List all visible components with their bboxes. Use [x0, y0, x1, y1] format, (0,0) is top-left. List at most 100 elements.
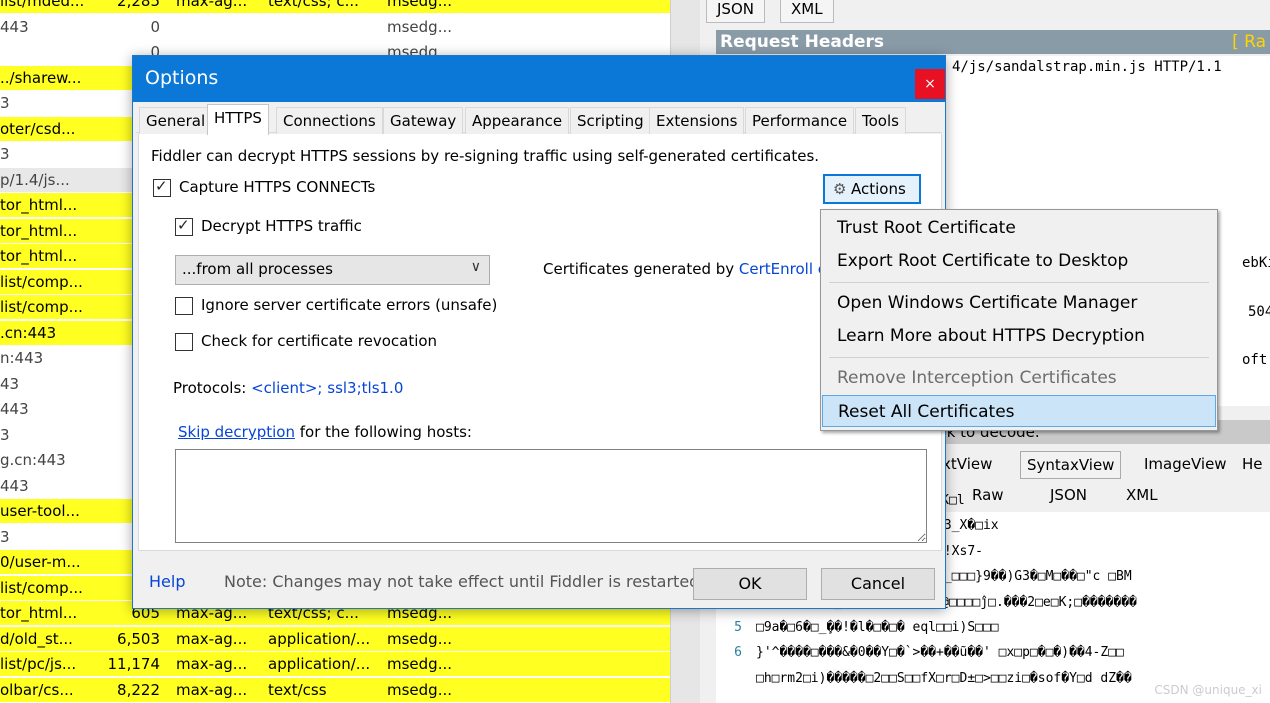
skip-decryption-link[interactable]: Skip decryption — [178, 423, 295, 441]
session-cell-url: list/mded... — [0, 0, 85, 10]
tab-performance[interactable]: Performance — [745, 107, 855, 134]
session-cell-url: tor_html... — [0, 247, 78, 265]
tab-extensions[interactable]: Extensions — [649, 107, 745, 134]
tab-tools[interactable]: Tools — [855, 107, 906, 134]
decrypt-https-checkbox[interactable] — [175, 216, 193, 236]
skip-decryption-row: Skip decryption for the following hosts: — [178, 423, 472, 441]
header-fragment: oft Edge — [1242, 352, 1270, 368]
protocols-row: Protocols: <client>; ssl3;tls1.0 — [173, 379, 403, 397]
ignore-cert-errors-checkbox[interactable] — [175, 297, 193, 315]
session-cell-body: 2,285 — [117, 0, 160, 10]
menu-item-export-root[interactable]: Export Root Certificate to Desktop — [822, 245, 1216, 277]
session-row[interactable]: d/old_st... 6,503 max-ag... application/...… — [0, 626, 670, 651]
capture-https-checkbox[interactable] — [153, 177, 171, 197]
tab-imageview[interactable]: ImageView — [1136, 451, 1235, 477]
session-row[interactable]: 443 0 msedg... — [0, 15, 670, 39]
cancel-button[interactable]: Cancel — [821, 568, 935, 600]
tab-general[interactable]: General — [139, 107, 213, 134]
session-row[interactable]: olbar/cs... 8,222 max-ag... text/css msedg..… — [0, 677, 670, 702]
tab-appearance[interactable]: Appearance — [465, 107, 570, 134]
session-cell-url: 43 — [0, 374, 20, 393]
certenroll-link[interactable]: CertEnroll e — [739, 260, 827, 278]
raw-link[interactable]: [ Ra — [1232, 30, 1266, 54]
header-fragment: 5047?u — [1248, 304, 1270, 320]
menu-item-reset-all[interactable]: Reset All Certificates — [822, 395, 1216, 427]
code-line: 6 }'^����□���&�0��Y□�`>��+��ũ��' □x□p□�□�… — [716, 640, 1270, 666]
session-cell-url: d/old_st... — [0, 629, 73, 648]
session-cell-url: 0/user-m... — [0, 553, 81, 571]
tab-scripting[interactable]: Scripting — [570, 107, 651, 134]
https-intro-text: Fiddler can decrypt HTTPS sessions by re… — [151, 147, 820, 165]
session-cell-url: user-tool... — [0, 502, 80, 520]
session-cell-url: g.cn:443 — [0, 451, 66, 469]
cert-revocation-checkbox[interactable] — [175, 333, 193, 351]
skip-decryption-suffix: for the following hosts: — [294, 423, 472, 441]
session-cell-url: tor_html... — [0, 196, 78, 214]
session-cell-url: tor_html... — [0, 221, 78, 240]
session-cell-proc: msedg... — [387, 0, 453, 10]
code-text: □9a�□6�□_̧��!�l�□�□� eql□□i)S□□□ — [756, 620, 999, 635]
cert-generator-prefix: Certificates generated by — [543, 260, 739, 278]
request-line: 4/js/sandalstrap.min.js HTTP/1.1 — [952, 59, 1222, 75]
session-cell-url: .cn:443 — [0, 323, 57, 342]
session-cell-body: 8,222 — [117, 680, 160, 699]
tab-headers[interactable]: He — [1234, 451, 1270, 477]
session-cell-url: olbar/cs... — [0, 680, 74, 699]
decrypt-https-label[interactable]: Decrypt HTTPS traffic — [201, 217, 362, 235]
tab-syntaxview[interactable]: SyntaxView — [1020, 451, 1122, 479]
tab-gateway[interactable]: Gateway — [383, 107, 464, 134]
close-button[interactable]: × — [915, 69, 945, 99]
session-cell-ctype: application/... — [268, 629, 371, 648]
session-cell-url: 443 — [0, 476, 29, 495]
options-tab-strip: General HTTPS Connections Gateway Appear… — [136, 104, 942, 135]
session-cell-cache: max-ag... — [176, 0, 248, 10]
ok-button[interactable]: OK — [693, 568, 807, 600]
menu-item-learn-more[interactable]: Learn More about HTTPS Decryption — [822, 320, 1216, 352]
session-cell-ctype: text/css; c... — [268, 0, 359, 10]
session-cell-url: list/comp... — [0, 298, 83, 316]
dialog-title-bar[interactable]: Options × — [133, 56, 945, 102]
session-cell-url: 443 — [0, 400, 29, 418]
session-cell-url: 3 — [0, 145, 10, 163]
menu-item-trust-root[interactable]: Trust Root Certificate — [822, 212, 1216, 244]
gear-icon: ⚙ — [833, 180, 847, 198]
tab-connections[interactable]: Connections — [276, 107, 383, 134]
menu-separator — [829, 357, 1209, 358]
session-row[interactable]: list/pc/js... 11,174 max-ag... application/… — [0, 652, 670, 676]
tab-json-top[interactable]: JSON — [706, 0, 765, 23]
session-cell-url: 3 — [0, 94, 10, 112]
line-number: 6 — [734, 645, 742, 661]
protocols-link[interactable]: <client>; ssl3;tls1.0 — [251, 379, 403, 397]
session-cell-proc: msedg... — [387, 629, 453, 648]
session-cell-url: list/comp... — [0, 272, 83, 291]
tab-https[interactable]: HTTPS — [207, 104, 269, 135]
actions-menu: Trust Root Certificate Export Root Certi… — [820, 209, 1218, 431]
cert-revocation-label[interactable]: Check for certificate revocation — [201, 332, 437, 350]
session-row[interactable]: list/mded... 2,285 max-ag... text/css; c...… — [0, 0, 670, 13]
session-cell-proc: msedg... — [387, 655, 453, 673]
code-text: }'^����□���&�0��Y□�`>��+��ũ��' □x□p□�□�)… — [756, 645, 1124, 661]
session-cell-cache: max-ag... — [176, 680, 248, 699]
session-cell-cache: max-ag... — [176, 655, 248, 673]
help-link[interactable]: Help — [149, 572, 185, 591]
skip-hosts-textarea[interactable] — [175, 449, 927, 543]
capture-https-label[interactable]: Capture HTTPS CONNECTs — [179, 178, 375, 196]
menu-item-open-cert-manager[interactable]: Open Windows Certificate Manager — [822, 287, 1216, 319]
session-cell-proc: msedg... — [387, 17, 453, 36]
session-cell-proc: msedg... — [387, 680, 453, 699]
session-cell-body: 6,503 — [117, 629, 160, 648]
actions-button[interactable]: ⚙ Actions — [823, 174, 921, 204]
session-cell-cache: max-ag... — [176, 629, 248, 648]
watermark: CSDN @unique_xi — [1154, 683, 1262, 697]
process-filter-select[interactable]: ...from all processes ∨ — [175, 255, 490, 285]
header-fragment: ebKit/53 — [1242, 255, 1270, 271]
code-text: □h□rm2□i)�����□2□□S□□fX□r□D±□>□□zi□�sof�… — [756, 670, 1132, 686]
session-cell-url: n:443 — [0, 349, 44, 367]
line-number: 5 — [734, 620, 742, 635]
session-cell-body: 0 — [150, 17, 160, 36]
session-cell-url: p/1.4/js... — [0, 170, 70, 189]
menu-separator — [829, 282, 1209, 283]
dialog-title: Options — [145, 67, 219, 89]
tab-xml-top[interactable]: XML — [780, 0, 834, 23]
ignore-cert-errors-label[interactable]: Ignore server certificate errors (unsafe… — [201, 296, 497, 314]
